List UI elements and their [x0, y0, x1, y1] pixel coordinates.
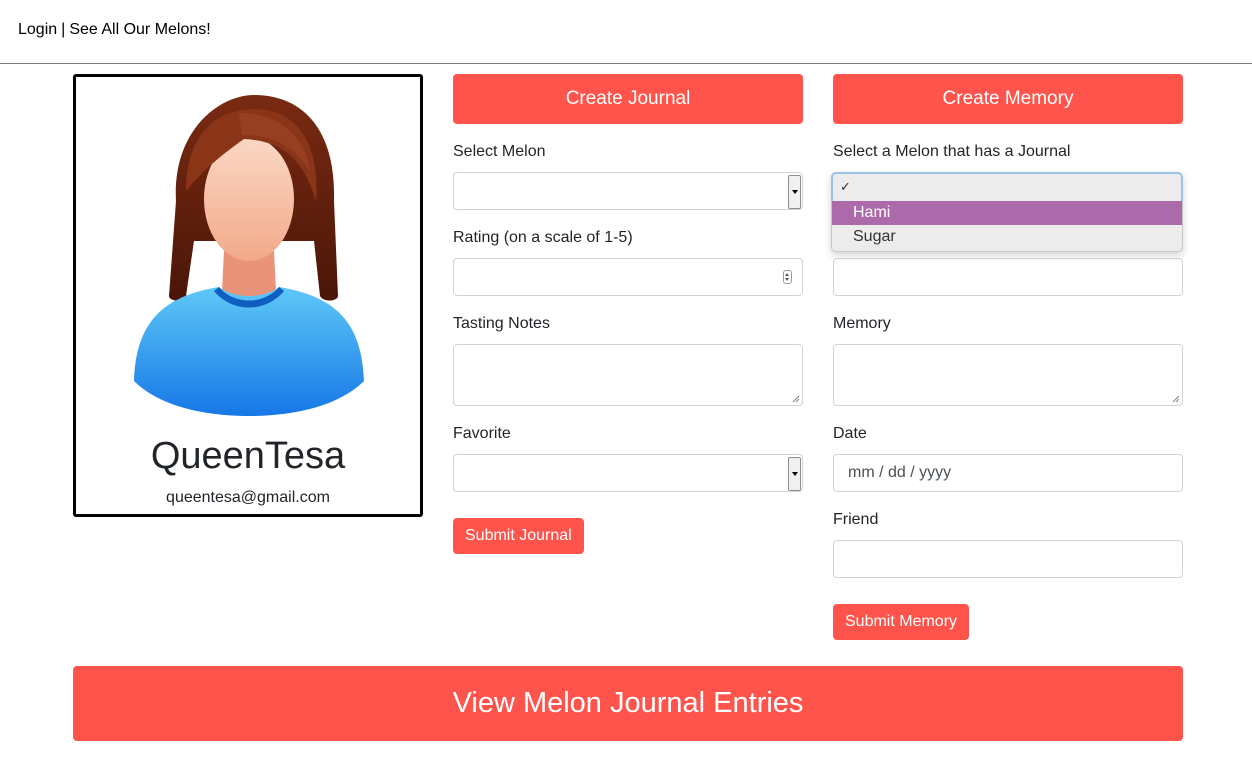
submit-memory-button[interactable]: Submit Memory [833, 604, 970, 640]
nav-links: Login | See All Our Melons! [18, 21, 211, 39]
friend-label: Friend [833, 511, 879, 528]
woman-avatar-icon [134, 95, 364, 416]
top-nav: Login | See All Our Melons! [0, 0, 1252, 64]
select-melon-label: Select Melon [453, 143, 546, 160]
date-placeholder: mm / dd / yyyy [848, 464, 952, 481]
see-all-melons-link[interactable]: See All Our Melons! [69, 21, 210, 38]
memory-second-field[interactable] [833, 258, 1183, 296]
create-memory-button[interactable]: Create Memory [833, 74, 1183, 124]
rating-input[interactable] [453, 258, 803, 296]
resize-grip-icon[interactable] [1170, 393, 1180, 403]
view-journal-entries-button[interactable]: View Melon Journal Entries [73, 666, 1183, 741]
tasting-notes-textarea[interactable] [453, 344, 803, 406]
profile-username: QueenTesa [150, 435, 346, 477]
date-input[interactable]: mm / dd / yyyy [833, 454, 1183, 492]
number-spinner-icon[interactable] [783, 270, 792, 284]
rating-label: Rating (on a scale of 1-5) [453, 229, 633, 246]
dropdown-focus-ring [831, 172, 1183, 202]
tasting-notes-label: Tasting Notes [453, 315, 550, 332]
favorite-label: Favorite [453, 425, 511, 442]
dropdown-option-hami[interactable]: Hami [832, 201, 1182, 225]
login-link[interactable]: Login [18, 21, 57, 38]
date-label: Date [833, 425, 867, 442]
favorite-select[interactable] [453, 454, 803, 492]
journal-melon-dropdown-list[interactable]: ✓ Hami Sugar [831, 172, 1183, 252]
submit-journal-button[interactable]: Submit Journal [453, 518, 584, 554]
select-melon-dropdown[interactable] [453, 172, 803, 210]
checkmark-icon: ✓ [840, 179, 851, 194]
select-arrow-icon [788, 175, 801, 209]
select-arrow-icon [788, 457, 801, 491]
memory-textarea[interactable] [833, 344, 1183, 406]
profile-email: queentesa@gmail.com [166, 489, 330, 506]
dropdown-option-sugar[interactable]: Sugar [832, 225, 1182, 249]
memory-label: Memory [833, 315, 891, 332]
select-journal-melon-label: Select a Melon that has a Journal [833, 143, 1071, 160]
nav-separator: | [61, 21, 66, 38]
create-journal-button[interactable]: Create Journal [453, 74, 803, 124]
profile-card: QueenTesa queentesa@gmail.com [73, 74, 423, 517]
friend-input[interactable] [833, 540, 1183, 578]
resize-grip-icon[interactable] [790, 393, 800, 403]
